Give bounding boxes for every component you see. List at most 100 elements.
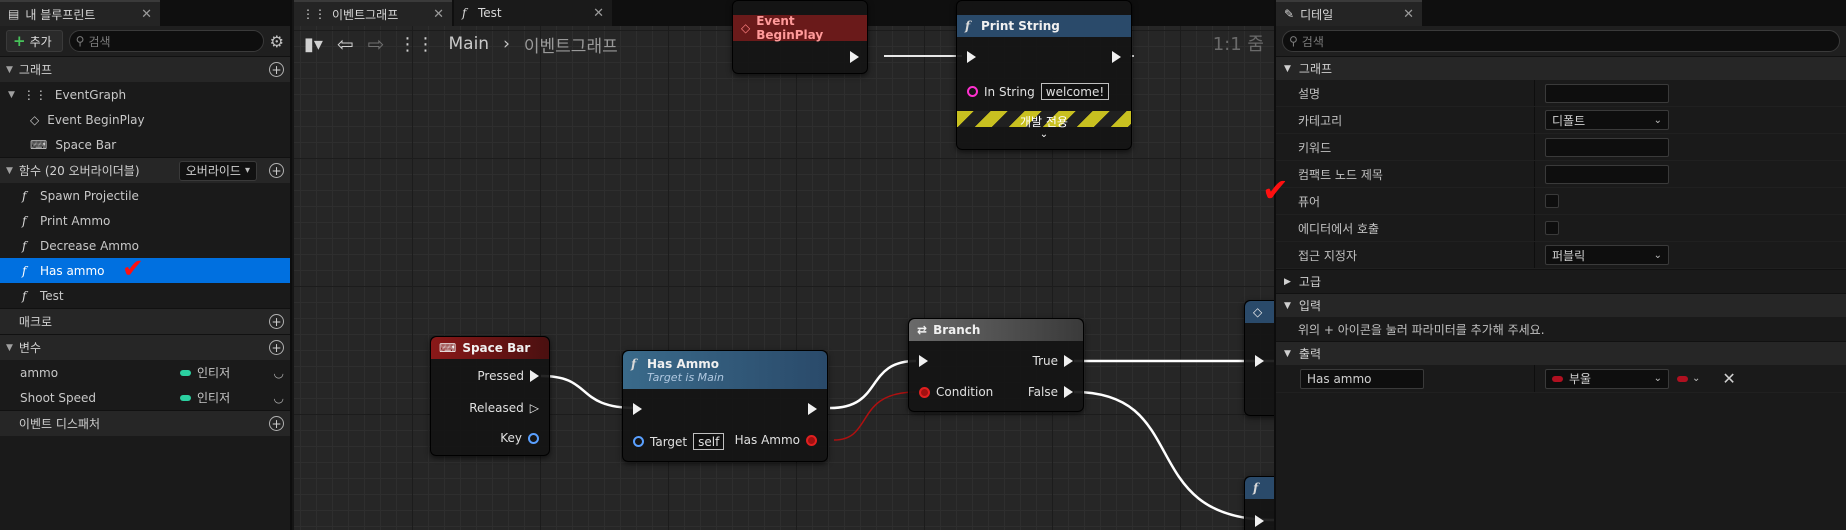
search-input[interactable]: ⚲ 검색 — [68, 30, 264, 52]
in-string-pin[interactable]: In String welcome! — [967, 83, 1110, 100]
exec-in-pin[interactable] — [633, 403, 642, 415]
row-keywords: 키워드 — [1276, 134, 1846, 161]
variable-row[interactable]: Shoot Speed 인티저 ◡ — [0, 385, 290, 410]
add-graph-button[interactable]: + — [269, 62, 284, 77]
pure-checkbox[interactable] — [1545, 194, 1559, 208]
bookmark-icon[interactable]: ▮▾ — [304, 34, 323, 55]
function-item[interactable]: f Test — [0, 283, 290, 308]
variable-type[interactable]: 인티저 ◡ — [180, 389, 290, 406]
eye-closed-icon[interactable]: ◡ — [274, 366, 284, 380]
graph-icon: ⋮⋮ — [398, 33, 435, 55]
chevron-down-icon[interactable]: ⌄ — [957, 129, 1131, 140]
output-type-combobox[interactable]: 부울 ⌄ — [1545, 368, 1669, 389]
access-specifier-combobox[interactable]: 퍼블릭 ⌄ — [1545, 245, 1669, 265]
details-section-advanced[interactable]: ▶ 고급 — [1276, 269, 1846, 293]
released-pin[interactable]: Released ▷ — [469, 401, 539, 415]
function-label: Spawn Projectile — [40, 188, 139, 203]
collapse-triangle-icon: ▼ — [6, 165, 13, 176]
function-item[interactable]: f Spawn Projectile — [0, 183, 290, 208]
exec-in-pin[interactable] — [919, 355, 928, 367]
call-in-editor-checkbox[interactable] — [1545, 221, 1559, 235]
exec-out-pin[interactable] — [1112, 51, 1121, 63]
function-item-selected[interactable]: f Has ammo ✔ — [0, 256, 290, 283]
breadcrumb-root[interactable]: Main — [448, 34, 489, 54]
section-macros[interactable]: ▼ 매크로 + — [0, 308, 290, 334]
node-offscreen-right[interactable]: ◇ — [1244, 300, 1274, 416]
exec-in-pin[interactable] — [1255, 515, 1264, 527]
row-description: 설명 — [1276, 80, 1846, 107]
keywords-input[interactable] — [1545, 137, 1669, 157]
description-input[interactable] — [1545, 83, 1669, 103]
graph-canvas[interactable]: ⋮⋮ 이벤트그래프 ✕ f Test ✕ ▮▾ ⇦ ⇨ ⋮⋮ Main › 이벤… — [294, 0, 1274, 530]
tree-item-event-graph[interactable]: ▼ ⋮⋮ EventGraph — [0, 82, 290, 107]
details-section-inputs[interactable]: ▼ 입력 — [1276, 293, 1846, 317]
row-label: 에디터에서 호출 — [1298, 221, 1380, 236]
add-function-button[interactable]: + — [269, 163, 284, 178]
add-variable-button[interactable]: + — [269, 340, 284, 355]
function-icon: f — [631, 356, 637, 371]
eye-closed-icon[interactable]: ◡ — [274, 391, 284, 405]
variable-type[interactable]: 인티저 ◡ — [180, 364, 290, 381]
my-blueprint-tab[interactable]: ▤ 내 블루프린트 ✕ — [0, 0, 160, 26]
function-item[interactable]: f Decrease Ammo — [0, 233, 290, 258]
details-search-input[interactable]: ⚲ 검색 — [1282, 30, 1840, 52]
details-section-graph[interactable]: ▼ 그래프 — [1276, 56, 1846, 80]
row-value — [1534, 215, 1846, 241]
close-icon[interactable]: ✕ — [1403, 7, 1414, 22]
close-icon[interactable]: ✕ — [141, 7, 152, 22]
output-name-input[interactable]: Has ammo — [1300, 368, 1424, 389]
details-tab[interactable]: ✎ 디테일 ✕ — [1276, 0, 1422, 26]
tree-item-space-bar[interactable]: ⌨ Space Bar — [0, 132, 290, 157]
gear-icon[interactable]: ⚙ — [270, 32, 284, 51]
true-pin[interactable]: True — [1033, 354, 1073, 368]
node-header: f Has Ammo Target is Main — [623, 351, 827, 389]
pin-label: Has Ammo — [734, 433, 800, 447]
section-event-dispatchers[interactable]: ▼ 이벤트 디스패처 + — [0, 410, 290, 436]
row-pure: 퓨어 ✔ — [1262, 174, 1846, 215]
has-ammo-out-pin[interactable]: Has Ammo — [735, 433, 817, 447]
function-item[interactable]: f Print Ammo — [0, 208, 290, 233]
category-value: 디폴트 — [1552, 113, 1586, 128]
remove-output-icon[interactable]: ✕ — [1722, 369, 1735, 388]
book-icon: ▤ — [8, 7, 20, 21]
back-arrow-icon[interactable]: ⇦ — [337, 32, 354, 56]
add-macro-button[interactable]: + — [269, 314, 284, 329]
target-pin[interactable]: Target self — [633, 433, 725, 450]
compact-title-input[interactable] — [1545, 164, 1669, 184]
in-string-value[interactable]: welcome! — [1040, 83, 1110, 100]
section-graphs[interactable]: ▼ 그래프 + — [0, 56, 290, 82]
section-variables[interactable]: ▼ 변수 + — [0, 334, 290, 360]
row-value — [1534, 134, 1846, 160]
row-value — [1534, 188, 1846, 214]
variable-row[interactable]: ammo 인티저 ◡ — [0, 360, 290, 385]
exec-in-pin[interactable] — [1255, 355, 1264, 367]
variable-name: Shoot Speed — [20, 390, 97, 405]
key-pin[interactable]: Key — [500, 431, 539, 445]
object-pin-icon — [633, 436, 644, 447]
tree-item-begin-play[interactable]: ◇ Event BeginPlay — [0, 107, 290, 132]
target-value[interactable]: self — [693, 433, 725, 450]
section-functions[interactable]: ▼ 함수 (20 오버라이더블) 오버라이드 ▾ + — [0, 157, 290, 183]
search-icon: ⚲ — [75, 34, 85, 48]
add-button[interactable]: + 추가 — [6, 30, 63, 52]
override-dropdown[interactable]: 오버라이드 ▾ — [178, 160, 257, 181]
dev-only-label: 개발 전용 — [1020, 115, 1068, 129]
node-has-ammo[interactable]: f Has Ammo Target is Main Target self Ha… — [622, 350, 828, 462]
category-combobox[interactable]: 디폴트 ⌄ — [1545, 110, 1669, 130]
exec-out-pin[interactable] — [808, 403, 817, 415]
details-section-outputs[interactable]: ▼ 출력 — [1276, 341, 1846, 365]
override-label: 오버라이드 — [185, 164, 241, 178]
container-type-dropdown[interactable]: ⌄ — [1677, 373, 1700, 384]
node-print-string[interactable]: f Print String In String welcome! 개발 전용 … — [956, 0, 1132, 150]
bool-pin-icon — [806, 434, 817, 446]
zoom-level: 1:1 줌 — [1212, 34, 1264, 55]
node-branch[interactable]: ⇄ Branch Condition True False — [908, 318, 1084, 412]
node-space-bar[interactable]: ⌨ Space Bar Pressed Released ▷ Key — [430, 336, 550, 456]
add-dispatcher-button[interactable]: + — [269, 416, 284, 431]
node-subtitle: Target is Main — [647, 370, 724, 384]
false-pin[interactable]: False — [1028, 385, 1073, 399]
pressed-pin[interactable]: Pressed — [477, 369, 539, 383]
condition-pin[interactable]: Condition — [919, 385, 993, 399]
forward-arrow-icon[interactable]: ⇨ — [368, 32, 385, 56]
node-offscreen-bottom[interactable]: f — [1244, 476, 1274, 530]
